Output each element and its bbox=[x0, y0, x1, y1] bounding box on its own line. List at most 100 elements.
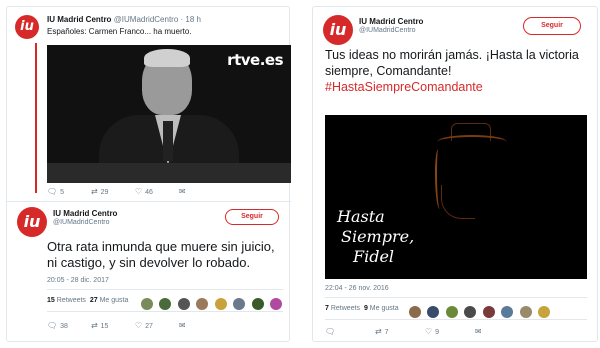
divider bbox=[7, 201, 291, 202]
author-name[interactable]: IU Madrid Centro bbox=[53, 209, 117, 218]
envelope-icon: ✉ bbox=[474, 327, 482, 336]
tweet-stats: 15 Retweets 27 Me gusta bbox=[47, 297, 128, 304]
reply-icon: 🗨 bbox=[47, 321, 58, 330]
author-name[interactable]: IU Madrid Centro bbox=[47, 15, 111, 24]
like-action[interactable]: ♡ 9 bbox=[425, 327, 473, 336]
likes-count[interactable]: 27 bbox=[90, 297, 98, 304]
tweet-text: Españoles: Carmen Franco... ha muerto. bbox=[47, 27, 192, 36]
divider bbox=[325, 319, 587, 320]
like-action[interactable]: ♡ 27 bbox=[135, 321, 177, 330]
photo-brim bbox=[437, 135, 507, 149]
reply-icon: 🗨 bbox=[325, 327, 336, 336]
hashtag-link[interactable]: #HastaSiempreComandante bbox=[325, 79, 483, 95]
author-handle[interactable]: @IUMadridCentro bbox=[114, 15, 179, 24]
thread-line bbox=[35, 43, 37, 193]
liker-avatar[interactable] bbox=[445, 305, 458, 318]
tweet-time[interactable]: · 18 h bbox=[181, 15, 201, 24]
liker-avatar[interactable] bbox=[519, 305, 532, 318]
avatar[interactable]: iu bbox=[15, 15, 39, 39]
follow-button[interactable]: Seguir bbox=[523, 17, 581, 35]
avatar[interactable]: iu bbox=[17, 207, 47, 237]
author-handle[interactable]: @IUMadridCentro bbox=[359, 27, 416, 34]
likes-count[interactable]: 9 bbox=[364, 305, 368, 312]
rtve-logo: rtve.es bbox=[227, 51, 283, 69]
liker-avatar[interactable] bbox=[427, 305, 440, 318]
heart-icon: ♡ bbox=[134, 187, 143, 196]
retweets-label[interactable]: Retweets bbox=[331, 305, 360, 312]
retweets-label[interactable]: Retweets bbox=[57, 297, 86, 304]
dm-action[interactable]: ✉ bbox=[179, 321, 189, 330]
like-action[interactable]: ♡ 46 bbox=[135, 187, 177, 196]
retweet-action[interactable]: ⇄ 7 bbox=[375, 327, 423, 336]
tweet-text-line1: Tus ideas no morirán jamás. ¡Hasta la vi… bbox=[325, 48, 579, 62]
photo-beard bbox=[441, 185, 475, 219]
liker-avatar[interactable] bbox=[464, 305, 477, 318]
envelope-icon: ✉ bbox=[178, 321, 186, 330]
likes-label[interactable]: Me gusta bbox=[100, 297, 129, 304]
reply-count: 5 bbox=[60, 189, 65, 196]
divider bbox=[325, 297, 587, 298]
photo-script: Hasta Siempre, Fidel bbox=[337, 207, 414, 267]
tweet-timestamp[interactable]: 20:05 - 28 dic. 2017 bbox=[47, 277, 109, 284]
photo-script-line3: Fidel bbox=[353, 247, 395, 266]
reply-action[interactable]: 🗨 5 bbox=[47, 187, 89, 196]
liker-avatar[interactable] bbox=[177, 297, 190, 310]
video-hair bbox=[144, 49, 190, 67]
divider bbox=[47, 311, 283, 312]
right-tweet-panel: iu IU Madrid Centro @IUMadridCentro Segu… bbox=[312, 6, 598, 342]
liker-avatar[interactable] bbox=[159, 297, 172, 310]
retweets-count[interactable]: 7 bbox=[325, 305, 329, 312]
reply-action[interactable]: 🗨 bbox=[325, 327, 373, 336]
left-tweet-panel: iu IU Madrid Centro @IUMadridCentro · 18… bbox=[6, 6, 291, 342]
like-count: 9 bbox=[435, 329, 439, 336]
liker-avatar[interactable] bbox=[141, 297, 153, 310]
follow-button[interactable]: Seguir bbox=[225, 209, 279, 225]
heart-icon: ♡ bbox=[134, 321, 143, 330]
retweet-action[interactable]: ⇄ 15 bbox=[91, 321, 133, 330]
tweet-timestamp[interactable]: 22:04 - 26 nov. 2016 bbox=[325, 285, 389, 292]
tweet-actions: 🗨 38 ⇄ 15 ♡ 27 ✉ bbox=[47, 321, 189, 330]
liker-avatar[interactable] bbox=[482, 305, 495, 318]
video-desk bbox=[47, 163, 291, 183]
dm-action[interactable]: ✉ bbox=[179, 187, 189, 196]
reply-icon: 🗨 bbox=[47, 187, 58, 196]
retweet-count: 15 bbox=[100, 323, 109, 330]
tweet-photo[interactable]: Hasta Siempre, Fidel bbox=[325, 115, 587, 279]
tweet-stats: 7 Retweets 9 Me gusta bbox=[325, 305, 399, 312]
heart-icon: ♡ bbox=[424, 327, 433, 336]
tweet-actions: 🗨 ⇄ 7 ♡ 9 ✉ bbox=[325, 327, 485, 336]
photo-script-line1: Hasta bbox=[337, 207, 385, 226]
liker-avatar[interactable] bbox=[196, 297, 209, 310]
author-handle[interactable]: @IUMadridCentro bbox=[53, 219, 110, 226]
retweet-action[interactable]: ⇄ 29 bbox=[91, 187, 133, 196]
liker-avatar[interactable] bbox=[409, 305, 421, 318]
likes-label[interactable]: Me gusta bbox=[370, 305, 399, 312]
tweet-text-line2: ni castigo, y sin devolver lo robado. bbox=[47, 255, 251, 270]
like-count: 27 bbox=[145, 323, 153, 330]
video-thumbnail[interactable]: rtve.es bbox=[47, 45, 291, 183]
reply-action[interactable]: 🗨 38 bbox=[47, 321, 89, 330]
liker-avatar[interactable] bbox=[233, 297, 246, 310]
liker-avatar[interactable] bbox=[214, 297, 227, 310]
liker-avatar[interactable] bbox=[270, 297, 283, 310]
dm-action[interactable]: ✉ bbox=[475, 327, 485, 336]
retweet-count: 7 bbox=[384, 329, 389, 336]
divider bbox=[47, 289, 283, 290]
liker-avatar[interactable] bbox=[251, 297, 264, 310]
retweet-icon: ⇄ bbox=[90, 187, 98, 196]
tweet-text-line1: Otra rata inmunda que muere sin juicio, bbox=[47, 239, 275, 254]
retweet-icon: ⇄ bbox=[90, 321, 98, 330]
reply-count: 38 bbox=[60, 323, 68, 330]
tweet-actions: 🗨 5 ⇄ 29 ♡ 46 ✉ bbox=[47, 187, 189, 196]
avatar[interactable]: iu bbox=[323, 15, 353, 45]
envelope-icon: ✉ bbox=[178, 187, 186, 196]
like-count: 46 bbox=[145, 189, 153, 196]
retweet-icon: ⇄ bbox=[374, 327, 382, 336]
retweets-count[interactable]: 15 bbox=[47, 297, 55, 304]
photo-script-line2: Siempre, bbox=[341, 227, 415, 246]
liker-avatar[interactable] bbox=[538, 305, 551, 318]
author-name[interactable]: IU Madrid Centro bbox=[359, 17, 423, 26]
retweet-count: 29 bbox=[100, 189, 109, 196]
tweet-author[interactable]: IU Madrid Centro @IUMadridCentro · 18 h bbox=[47, 15, 201, 24]
liker-avatar[interactable] bbox=[501, 305, 514, 318]
